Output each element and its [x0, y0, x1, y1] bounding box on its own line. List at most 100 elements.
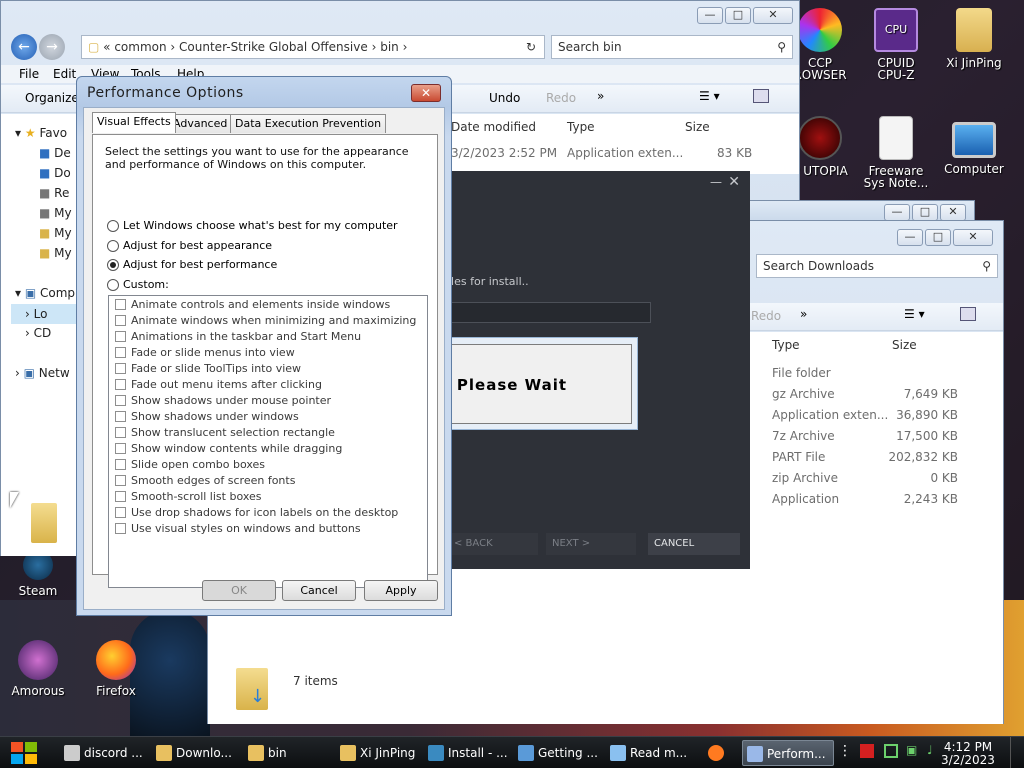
taskbar-item[interactable]: Perform... — [742, 740, 834, 766]
file-row-size[interactable]: 0 KB — [880, 471, 958, 485]
show-desktop-button[interactable] — [1010, 737, 1024, 768]
tab-visual-effects[interactable]: Visual Effects — [92, 112, 176, 133]
organize-button[interactable]: Organize — [25, 91, 79, 105]
start-button[interactable] — [8, 740, 44, 766]
checkbox[interactable] — [115, 427, 126, 438]
checkbox[interactable] — [115, 331, 126, 342]
undo-button[interactable]: Undo — [489, 91, 520, 105]
cancel-button[interactable]: Cancel — [282, 580, 356, 601]
desktop-icon-firefox[interactable]: Firefox — [80, 640, 152, 697]
desktop-icon-computer[interactable]: Computer — [938, 116, 1010, 175]
file-row-type[interactable]: gz Archive — [772, 387, 835, 401]
effect-option[interactable]: Show shadows under windows — [115, 410, 299, 423]
performance-options-dialog[interactable]: Performance Options ✕ Visual Effects Adv… — [76, 76, 452, 616]
nav-local-disk[interactable]: › Lo — [11, 304, 77, 324]
address-bar[interactable]: ▢ « common › Counter-Strike Global Offen… — [81, 35, 545, 59]
nav-item[interactable]: ■ Do — [39, 166, 71, 180]
nav-item[interactable]: ■ My — [39, 206, 72, 220]
menu-edit[interactable]: Edit — [53, 67, 76, 81]
radio-option[interactable]: Adjust for best performance — [107, 258, 277, 271]
column-date-modified[interactable]: Date modified — [451, 120, 536, 134]
more-button[interactable]: » — [597, 89, 604, 103]
effect-option[interactable]: Slide open combo boxes — [115, 458, 265, 471]
desktop-icon-steam[interactable]: Steam — [2, 550, 74, 597]
back-button[interactable]: < BACK — [448, 533, 538, 555]
effect-option[interactable]: Use drop shadows for icon labels on the … — [115, 506, 398, 519]
radio-button[interactable] — [107, 239, 119, 252]
radio-button[interactable] — [107, 219, 119, 232]
volume-icon[interactable]: ♩ — [927, 743, 933, 757]
radio-option[interactable]: Adjust for best appearance — [107, 239, 272, 252]
effect-option[interactable]: Use visual styles on windows and buttons — [115, 522, 361, 535]
radio-button[interactable] — [107, 258, 119, 271]
checkbox[interactable] — [115, 491, 126, 502]
breadcrumb-csgo[interactable]: Counter-Strike Global Offensive — [179, 40, 368, 54]
radio-option[interactable]: Custom: — [107, 278, 169, 291]
redo-button[interactable]: Redo — [546, 91, 576, 105]
file-row-type[interactable]: Application — [772, 492, 839, 506]
preview-pane-icon[interactable] — [960, 307, 976, 321]
forward-button[interactable]: → — [39, 34, 65, 60]
overflow-icon[interactable]: ⋮ — [838, 743, 852, 759]
close-button[interactable]: ✕ — [411, 84, 441, 102]
cancel-button[interactable]: CANCEL — [648, 533, 740, 555]
close-button[interactable]: ✕ — [753, 7, 793, 24]
preview-pane-icon[interactable] — [753, 89, 769, 103]
desktop-icon-amorous[interactable]: Amorous — [2, 640, 74, 697]
nav-item[interactable]: ■ My — [39, 226, 72, 240]
nav-cd-drive[interactable]: › CD — [25, 326, 51, 340]
back-button[interactable]: ← — [11, 34, 37, 60]
file-row-size[interactable]: 36,890 KB — [880, 408, 958, 422]
maximize-button[interactable]: □ — [725, 7, 751, 24]
view-options-icon[interactable]: ☰ ▾ — [699, 89, 720, 103]
redo-button[interactable]: Redo — [751, 309, 781, 323]
file-row-type[interactable]: Application exten... — [567, 146, 683, 160]
effects-list[interactable]: Animate controls and elements inside win… — [108, 295, 428, 588]
more-button[interactable]: » — [800, 307, 807, 321]
taskbar-item[interactable]: Read m... — [606, 740, 700, 766]
effect-option[interactable]: Fade or slide menus into view — [115, 346, 295, 359]
file-row-type[interactable]: 7z Archive — [772, 429, 835, 443]
clock[interactable]: 4:12 PM 3/2/2023 — [940, 741, 996, 767]
desktop-icon-freeware-sys-note[interactable]: Freeware Sys Note... — [860, 116, 932, 189]
file-row-type[interactable]: zip Archive — [772, 471, 838, 485]
maximize-button[interactable]: □ — [925, 229, 951, 246]
desktop-icon-cpu-z[interactable]: CPU CPUID CPU-Z — [860, 8, 932, 81]
effect-option[interactable]: Show shadows under mouse pointer — [115, 394, 331, 407]
checkbox[interactable] — [115, 475, 126, 486]
checkbox[interactable] — [115, 379, 126, 390]
checkbox[interactable] — [115, 411, 126, 422]
view-options-icon[interactable]: ☰ ▾ — [904, 307, 925, 321]
minimize-button[interactable]: — — [897, 229, 923, 246]
taskbar-item[interactable]: bin — [244, 740, 332, 766]
effect-option[interactable]: Smooth-scroll list boxes — [115, 490, 262, 503]
column-type[interactable]: Type — [772, 338, 800, 352]
close-icon[interactable]: ✕ — [728, 174, 740, 190]
display-icon[interactable]: ▣ — [906, 743, 917, 757]
checkbox[interactable] — [115, 523, 126, 534]
checkbox[interactable] — [115, 395, 126, 406]
minimize-button[interactable]: — — [884, 204, 910, 221]
effect-option[interactable]: Fade out menu items after clicking — [115, 378, 322, 391]
close-button[interactable]: ✕ — [940, 204, 966, 221]
tab-advanced[interactable]: Advanced — [168, 114, 233, 133]
taskbar-item[interactable]: discord ... — [60, 740, 148, 766]
column-size[interactable]: Size — [685, 120, 710, 134]
radio-button[interactable] — [107, 278, 119, 291]
nav-item[interactable]: ■ My — [39, 246, 72, 260]
checkbox[interactable] — [115, 443, 126, 454]
file-row-size[interactable]: 83 KB — [717, 146, 752, 160]
file-row-type[interactable]: PART File — [772, 450, 825, 464]
file-row-type[interactable]: File folder — [772, 366, 831, 380]
flag-icon[interactable] — [860, 744, 874, 758]
effect-option[interactable]: Show window contents while dragging — [115, 442, 342, 455]
nav-network[interactable]: › ▣ Netw — [15, 366, 70, 380]
ok-button[interactable]: OK — [202, 580, 276, 601]
file-row-size[interactable]: 2,243 KB — [880, 492, 958, 506]
network-icon[interactable] — [884, 744, 898, 758]
effect-option[interactable]: Smooth edges of screen fonts — [115, 474, 295, 487]
tab-data-execution-prevention[interactable]: Data Execution Prevention — [230, 114, 387, 133]
radio-option[interactable]: Let Windows choose what's best for my co… — [107, 219, 398, 232]
effect-option[interactable]: Show translucent selection rectangle — [115, 426, 335, 439]
checkbox[interactable] — [115, 315, 126, 326]
